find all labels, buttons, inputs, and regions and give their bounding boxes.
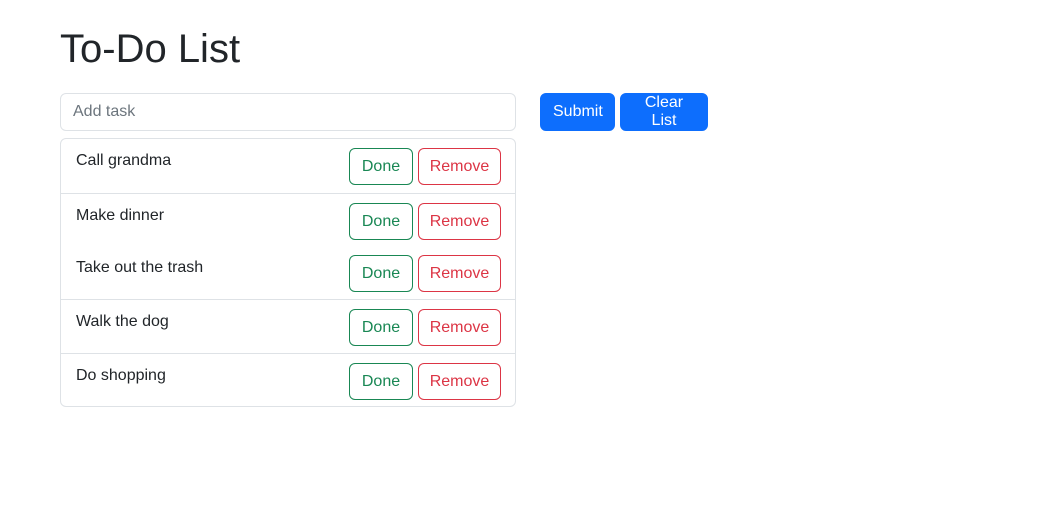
done-button[interactable]: Done (349, 148, 413, 185)
page-title: To-Do List (60, 27, 241, 71)
remove-button[interactable]: Remove (418, 309, 501, 346)
task-list: Call grandma Done Remove Make dinner Don… (60, 138, 516, 407)
task-item-walk-dog: Walk the dog Done Remove (61, 299, 515, 353)
done-button[interactable]: Done (349, 363, 413, 400)
done-button[interactable]: Done (349, 203, 413, 240)
task-item-do-shopping: Do shopping Done Remove (61, 353, 515, 406)
remove-button[interactable]: Remove (418, 363, 501, 400)
task-label: Do shopping (76, 367, 166, 384)
done-button[interactable]: Done (349, 309, 413, 346)
remove-button[interactable]: Remove (418, 148, 501, 185)
task-item-call-grandma: Call grandma Done Remove (61, 139, 515, 193)
task-label: Make dinner (76, 207, 165, 224)
task-item-make-dinner: Make dinner Done Remove (61, 193, 515, 246)
todo-page: To-Do List Submit Clear List Call grandm… (0, 0, 1056, 510)
submit-button[interactable]: Submit (540, 93, 615, 131)
task-label: Call grandma (76, 152, 172, 169)
add-task-input[interactable] (60, 93, 516, 131)
clear-list-button[interactable]: Clear List (620, 93, 708, 131)
task-item-take-out-trash: Take out the trash Done Remove (61, 246, 515, 299)
task-label: Walk the dog (76, 313, 169, 330)
remove-button[interactable]: Remove (418, 203, 501, 240)
task-label: Take out the trash (76, 259, 204, 276)
remove-button[interactable]: Remove (418, 255, 501, 292)
done-button[interactable]: Done (349, 255, 413, 292)
